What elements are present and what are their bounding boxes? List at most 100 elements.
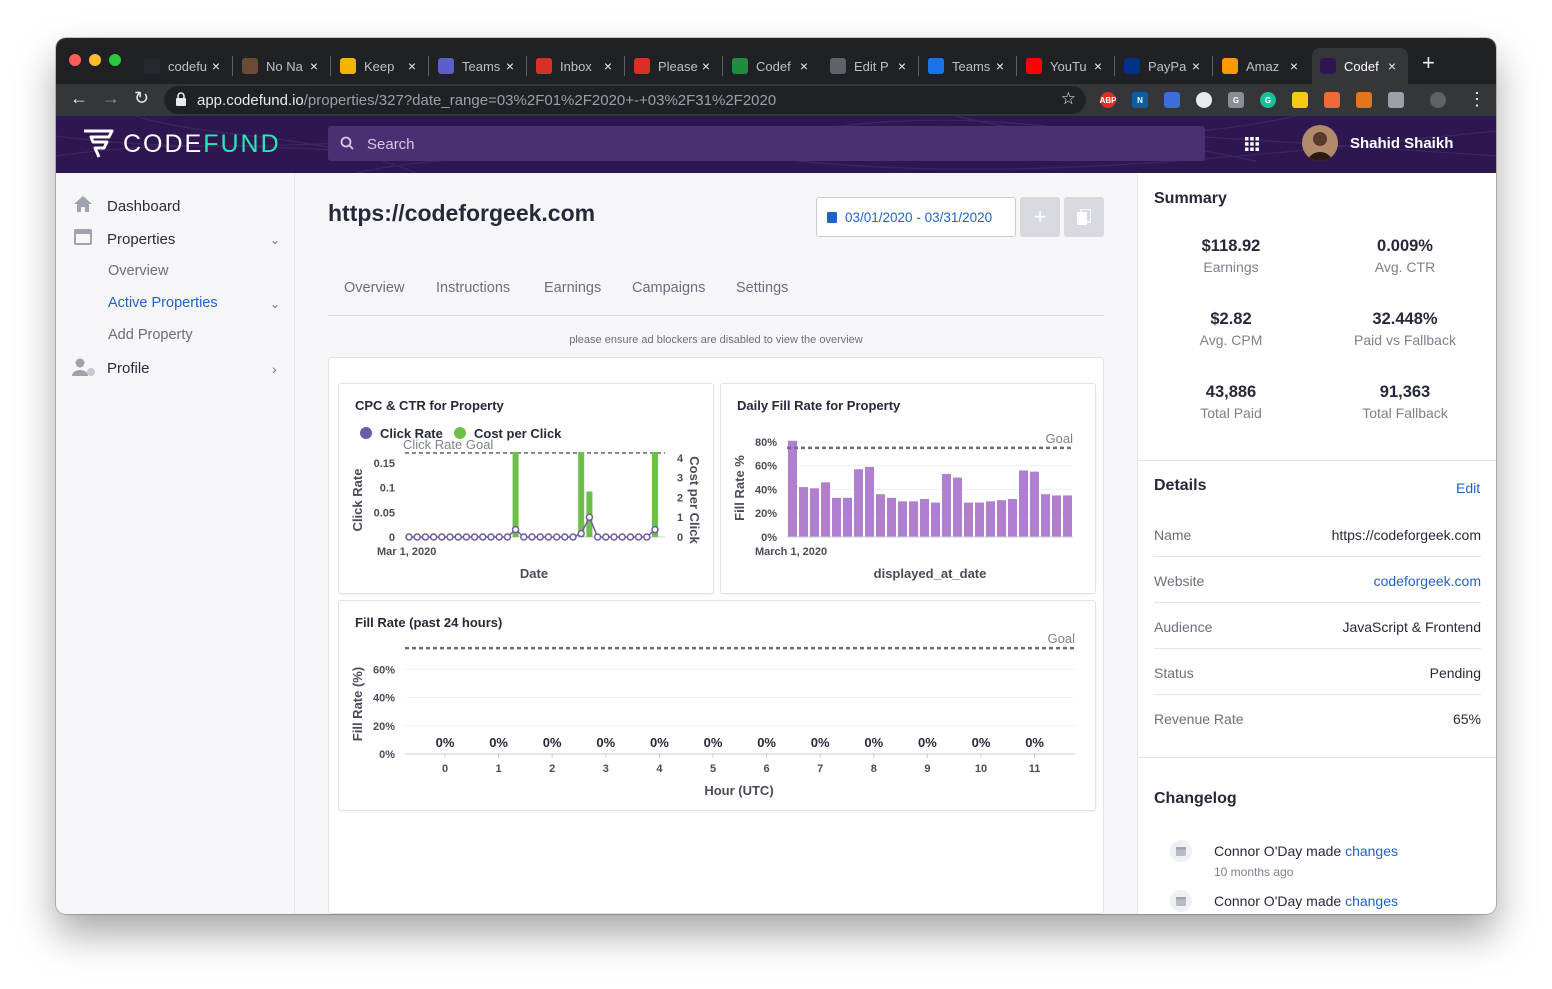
- close-tab-icon[interactable]: ×: [600, 58, 616, 74]
- chevron-right-icon[interactable]: ›: [272, 361, 277, 377]
- close-tab-icon[interactable]: ×: [894, 58, 910, 74]
- profile-avatar-icon[interactable]: [1430, 92, 1446, 108]
- x-axis-title: Hour (UTC): [704, 783, 773, 798]
- browser-tab[interactable]: Please ×: [626, 48, 722, 84]
- sidebar-item-add-property[interactable]: Add Property: [108, 327, 193, 343]
- fill-rate-bar: [931, 502, 940, 537]
- user-photo: [1302, 125, 1338, 161]
- close-tab-icon[interactable]: ×: [208, 58, 224, 74]
- stat-value: $118.92: [1201, 237, 1261, 255]
- metamask-icon[interactable]: [1356, 92, 1372, 108]
- maximize-window-button[interactable]: [109, 54, 121, 66]
- sidebar-item-properties[interactable]: Properties: [107, 231, 175, 248]
- tab-campaigns[interactable]: Campaigns: [632, 280, 705, 296]
- website-link[interactable]: codeforgeek.com: [1374, 573, 1481, 589]
- tab-title: Teams: [462, 58, 501, 74]
- browser-tab[interactable]: Codef ×: [1312, 48, 1408, 84]
- y-tick-label: 20%: [373, 721, 395, 733]
- detail-row: Website codeforgeek.com: [1154, 557, 1481, 603]
- close-tab-icon[interactable]: ×: [992, 58, 1008, 74]
- home-icon: [74, 196, 92, 212]
- codefund-logo[interactable]: CODEFUND: [81, 128, 281, 160]
- x-axis-title: displayed_at_date: [874, 566, 987, 581]
- browser-tab[interactable]: Teams ×: [920, 48, 1016, 84]
- browser-tab[interactable]: PayPa ×: [1116, 48, 1212, 84]
- close-tab-icon[interactable]: ×: [404, 58, 420, 74]
- new-tab-button[interactable]: +: [1422, 50, 1435, 76]
- more-menu-icon[interactable]: ⋮: [1468, 89, 1486, 110]
- detail-value: JavaScript & Frontend: [1342, 619, 1481, 635]
- apps-grid-icon[interactable]: [1245, 137, 1259, 151]
- edit-details-link[interactable]: Edit: [1456, 480, 1480, 496]
- copy-button[interactable]: [1064, 197, 1104, 237]
- y-tick-label: 0%: [761, 532, 777, 544]
- forward-icon[interactable]: →: [102, 88, 120, 109]
- tab-settings[interactable]: Settings: [736, 280, 788, 296]
- click-rate-point: [544, 533, 553, 541]
- close-window-button[interactable]: [69, 54, 81, 66]
- tab-earnings[interactable]: Earnings: [544, 280, 601, 296]
- detail-key: Name: [1154, 527, 1192, 543]
- browser-tab[interactable]: Amaz ×: [1214, 48, 1310, 84]
- sidebar-item-profile[interactable]: Profile: [107, 360, 150, 377]
- changes-link[interactable]: changes: [1345, 843, 1398, 859]
- fill-rate-bar: [843, 497, 852, 537]
- add-button[interactable]: +: [1020, 197, 1060, 237]
- bookmark-star-icon[interactable]: ☆: [1061, 89, 1076, 109]
- close-tab-icon[interactable]: ×: [1188, 58, 1204, 74]
- extension-icon[interactable]: [1324, 92, 1340, 108]
- cpc-bar: [578, 451, 585, 537]
- minimize-window-button[interactable]: [89, 54, 101, 66]
- sidebar-item-active-properties[interactable]: Active Properties: [108, 295, 218, 311]
- back-icon[interactable]: ←: [70, 88, 88, 109]
- tab-separator: [1212, 56, 1213, 76]
- click-rate-point: [552, 533, 561, 541]
- address-bar[interactable]: app.codefund.io/properties/327?date_rang…: [164, 86, 1086, 114]
- extension-icon[interactable]: [1196, 92, 1212, 108]
- fill-rate-bar: [810, 488, 819, 537]
- goal-label: Goal: [1048, 631, 1076, 646]
- stat-label: Total Fallback: [1362, 405, 1448, 421]
- search-input[interactable]: Search: [328, 126, 1205, 161]
- adblock-extension-icon[interactable]: ABP: [1100, 92, 1116, 108]
- sidebar-item-dashboard[interactable]: Dashboard: [107, 198, 180, 215]
- browser-tab[interactable]: No Na ×: [234, 48, 330, 84]
- extension-icon[interactable]: [1292, 92, 1308, 108]
- data-label: 0%: [811, 735, 830, 750]
- close-tab-icon[interactable]: ×: [1286, 58, 1302, 74]
- tab-overview[interactable]: Overview: [344, 280, 404, 296]
- extension-icon[interactable]: [1164, 92, 1180, 108]
- browser-tab[interactable]: codefu ×: [136, 48, 232, 84]
- extension-icon[interactable]: G: [1228, 92, 1244, 108]
- browser-tab[interactable]: Inbox ×: [528, 48, 624, 84]
- close-tab-icon[interactable]: ×: [1090, 58, 1106, 74]
- notion-extension-icon[interactable]: N: [1132, 92, 1148, 108]
- tab-instructions[interactable]: Instructions: [436, 280, 510, 296]
- chevron-down-icon[interactable]: ⌄: [270, 233, 280, 247]
- grammarly-icon[interactable]: G: [1260, 92, 1276, 108]
- browser-tab[interactable]: YouTu ×: [1018, 48, 1114, 84]
- changes-link[interactable]: changes: [1345, 893, 1398, 909]
- y-axis-title: Click Rate: [350, 469, 365, 532]
- close-tab-icon[interactable]: ×: [1384, 58, 1400, 74]
- browser-tab[interactable]: Teams ×: [430, 48, 526, 84]
- reload-icon[interactable]: ↻: [134, 88, 149, 109]
- browser-tab[interactable]: Codef ×: [724, 48, 820, 84]
- click-rate-point: [520, 533, 528, 541]
- data-label: 0%: [489, 735, 508, 750]
- close-tab-icon[interactable]: ×: [796, 58, 812, 74]
- x-tick-label: Mar 1, 2020: [377, 546, 436, 558]
- browser-tab[interactable]: Keep ×: [332, 48, 428, 84]
- browser-tab[interactable]: Edit P ×: [822, 48, 918, 84]
- details-heading: Details: [1154, 477, 1207, 494]
- close-tab-icon[interactable]: ×: [306, 58, 322, 74]
- date-range-picker[interactable]: 03/01/2020 - 03/31/2020: [816, 197, 1016, 237]
- sidebar-item-overview[interactable]: Overview: [108, 263, 168, 279]
- data-label: 0%: [704, 735, 723, 750]
- extension-icon[interactable]: [1388, 92, 1404, 108]
- user-name[interactable]: Shahid Shaikh: [1350, 135, 1453, 152]
- avatar[interactable]: [1302, 125, 1338, 161]
- close-tab-icon[interactable]: ×: [502, 58, 518, 74]
- close-tab-icon[interactable]: ×: [698, 58, 714, 74]
- chevron-down-icon[interactable]: ⌄: [270, 297, 280, 311]
